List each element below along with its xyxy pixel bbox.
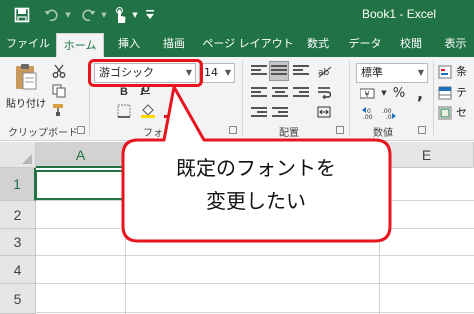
copy-icon[interactable] [51, 83, 67, 99]
undo-dropdown-icon[interactable]: ▼ [64, 5, 72, 25]
decrease-decimal-icon[interactable]: .00.0 [382, 105, 398, 121]
clipboard-launcher-icon[interactable] [77, 126, 85, 134]
title-bar: ▼ ▼ ▼ Book1 - Excel [0, 0, 474, 30]
font-size-combo[interactable]: 14 ▼ [199, 63, 235, 83]
format-as-table-label: テ [456, 86, 467, 99]
ribbon: 貼り付け クリップボード 游ゴシック ▼ 14 ▼ B I U A フォント a… [0, 57, 474, 141]
tab-draw[interactable]: 描画 [155, 30, 193, 57]
align-bottom-icon[interactable] [293, 65, 309, 77]
tab-insert[interactable]: 挿入 [110, 30, 148, 57]
clipboard-group-label: クリップボード [8, 128, 78, 139]
increase-indent-icon[interactable] [272, 107, 288, 119]
callout-text: 既定のフォントを 変更したい [131, 152, 381, 218]
redo-dropdown-icon[interactable]: ▼ [100, 5, 108, 25]
font-name-highlight [88, 59, 203, 87]
tab-view[interactable]: 表示 [437, 30, 474, 57]
decrease-indent-icon[interactable] [251, 107, 267, 119]
cell-styles-label: セ [456, 106, 467, 119]
group-divider [242, 61, 243, 135]
align-right-icon[interactable] [293, 87, 309, 99]
undo-icon[interactable] [40, 5, 64, 25]
column-header-a[interactable]: A [36, 142, 126, 168]
active-cell-a1[interactable] [35, 170, 127, 200]
fill-color-icon[interactable] [140, 103, 156, 119]
cell-styles-icon [438, 105, 452, 120]
align-left-icon[interactable] [251, 87, 267, 99]
alignment-launcher-icon[interactable] [336, 126, 344, 134]
save-icon[interactable] [12, 5, 32, 25]
conditional-formatting-button[interactable]: 条 [438, 63, 474, 81]
wrap-text-icon[interactable] [316, 84, 332, 100]
paste-button[interactable]: 貼り付け [6, 61, 46, 117]
font-group-label: フォント [143, 128, 183, 139]
accounting-format-icon[interactable]: ¥ [360, 85, 376, 101]
ribbon-tab-bar: ファイル ホーム 挿入 描画 ページ レイアウト 数式 データ 校閲 表示 [0, 30, 474, 57]
select-all-triangle-icon [22, 154, 32, 164]
alignment-group-label: 配置 [279, 128, 299, 139]
select-all-button[interactable] [0, 142, 36, 168]
format-as-table-button[interactable]: テ [438, 84, 474, 102]
fill-handle[interactable] [122, 195, 128, 201]
number-format-value: 標準 [361, 66, 383, 79]
row-header-4[interactable]: 4 [0, 256, 36, 284]
chevron-down-icon: ▼ [417, 68, 424, 77]
paste-label: 貼り付け [6, 99, 46, 110]
chevron-down-icon: ▼ [224, 68, 231, 77]
font-color-icon[interactable]: A [163, 103, 179, 119]
number-format-combo[interactable]: 標準 ▼ [356, 63, 428, 83]
align-center-icon[interactable] [272, 87, 288, 99]
grid-line [36, 228, 474, 229]
grid-line [36, 312, 474, 313]
font-launcher-icon[interactable] [229, 126, 237, 134]
tab-file[interactable]: ファイル [4, 30, 52, 57]
redo-icon[interactable] [76, 5, 100, 25]
borders-icon[interactable] [116, 103, 132, 119]
orientation-icon[interactable]: ab [316, 63, 332, 79]
conditional-formatting-label: 条 [456, 65, 467, 78]
font-size-value: 14 [204, 66, 218, 79]
row-header-1[interactable]: 1 [0, 168, 36, 201]
merge-center-icon[interactable] [316, 104, 332, 120]
svg-text:.0: .0 [386, 114, 392, 120]
currency-symbol: ¥ [364, 90, 369, 99]
column-header-e[interactable]: E [380, 142, 474, 168]
window-title: Book1 - Excel [362, 7, 437, 21]
align-top-icon[interactable] [251, 65, 267, 77]
accounting-dropdown-icon[interactable]: ▼ [376, 85, 392, 101]
grid-line [36, 283, 474, 284]
tab-review[interactable]: 校閲 [393, 30, 429, 57]
group-divider [433, 61, 434, 135]
percent-button[interactable]: % [391, 85, 407, 101]
number-group-label: 数値 [373, 128, 393, 139]
row-header-5[interactable]: 5 [0, 284, 36, 314]
tab-formulas[interactable]: 数式 [300, 30, 336, 57]
cell-styles-button[interactable]: セ [438, 104, 474, 122]
customize-qat-icon[interactable] [145, 5, 155, 25]
callout-line-1: 既定のフォントを [176, 156, 336, 180]
align-middle-button[interactable] [269, 61, 289, 81]
tab-home[interactable]: ホーム [56, 33, 104, 57]
number-launcher-icon[interactable] [418, 126, 426, 134]
increase-decimal-icon[interactable]: 0.00 [360, 105, 376, 121]
touch-mode-icon[interactable] [110, 5, 130, 25]
svg-text:.00: .00 [363, 114, 373, 120]
touch-dropdown-icon[interactable]: ▼ [131, 5, 139, 25]
group-divider [349, 61, 350, 135]
align-middle-icon [271, 65, 287, 77]
tab-data[interactable]: データ [343, 30, 387, 57]
paste-icon [15, 63, 37, 91]
grid-line [36, 255, 474, 256]
cut-icon[interactable] [51, 63, 67, 79]
tab-page-layout[interactable]: ページ レイアウト [202, 30, 294, 57]
row-header-2[interactable]: 2 [0, 201, 36, 229]
callout-line-2: 変更したい [206, 189, 306, 213]
comma-style-icon[interactable]: , [412, 84, 428, 103]
row-header-3[interactable]: 3 [0, 229, 36, 256]
format-painter-icon[interactable] [51, 102, 67, 118]
conditional-formatting-icon [438, 64, 452, 79]
format-as-table-icon [438, 85, 452, 100]
